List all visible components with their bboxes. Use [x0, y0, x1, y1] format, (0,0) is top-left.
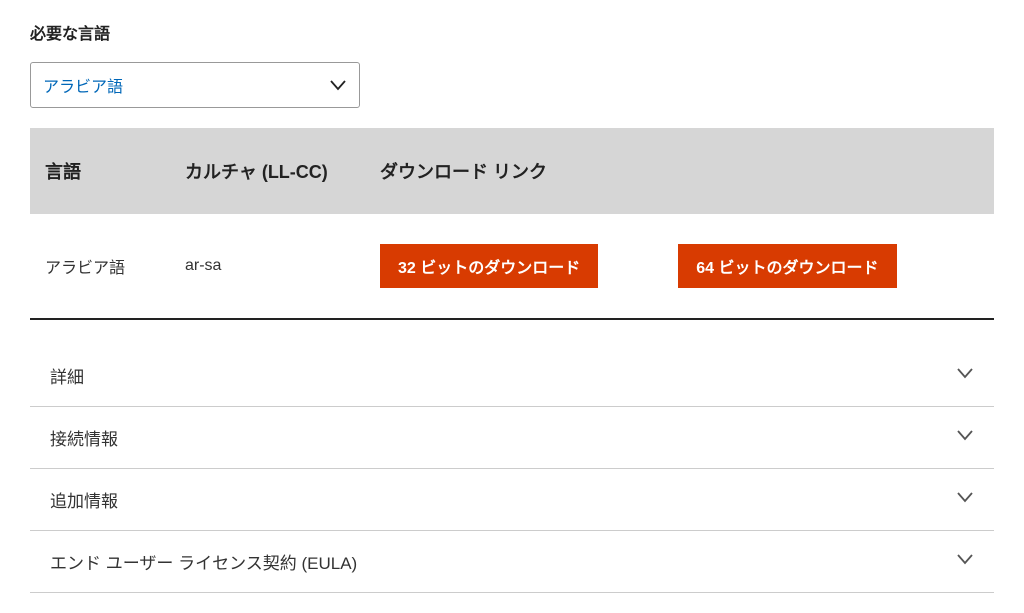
chevron-down-icon — [956, 488, 974, 511]
table-header-row: 言語 カルチャ (LL-CC) ダウンロード リンク — [30, 128, 994, 214]
cell-download: 32 ビットのダウンロード 64 ビットのダウンロード — [380, 244, 985, 288]
accordion-label: 詳細 — [50, 363, 84, 388]
download-64bit-button[interactable]: 64 ビットのダウンロード — [678, 244, 896, 288]
accordion-label: エンド ユーザー ライセンス契約 (EULA) — [50, 549, 357, 574]
download-32bit-button[interactable]: 32 ビットのダウンロード — [380, 244, 598, 288]
accordion-item-details[interactable]: 詳細 — [30, 345, 994, 407]
language-dropdown-value: アラビア語 — [43, 73, 123, 97]
table-row: アラビア語 ar-sa 32 ビットのダウンロード 64 ビットのダウンロード — [30, 214, 994, 320]
chevron-down-icon — [956, 550, 974, 573]
accordion-label: 接続情報 — [50, 425, 118, 450]
accordion-item-eula[interactable]: エンド ユーザー ライセンス契約 (EULA) — [30, 531, 994, 593]
chevron-down-icon — [329, 76, 347, 94]
chevron-down-icon — [956, 426, 974, 449]
cell-culture: ar-sa — [185, 257, 380, 275]
header-language: 言語 — [45, 158, 185, 184]
language-dropdown[interactable]: アラビア語 — [30, 62, 360, 108]
header-download-links: ダウンロード リンク — [380, 158, 979, 184]
cell-language: アラビア語 — [45, 254, 185, 278]
accordion: 詳細 接続情報 追加情報 エンド ユーザー ライセンス契約 (EULA) — [30, 345, 994, 593]
download-table: 言語 カルチャ (LL-CC) ダウンロード リンク アラビア語 ar-sa 3… — [30, 128, 994, 320]
language-section-label: 必要な言語 — [30, 20, 994, 44]
chevron-down-icon — [956, 364, 974, 387]
accordion-item-connection[interactable]: 接続情報 — [30, 407, 994, 469]
accordion-label: 追加情報 — [50, 487, 118, 512]
header-culture: カルチャ (LL-CC) — [185, 158, 380, 184]
accordion-item-additional[interactable]: 追加情報 — [30, 469, 994, 531]
